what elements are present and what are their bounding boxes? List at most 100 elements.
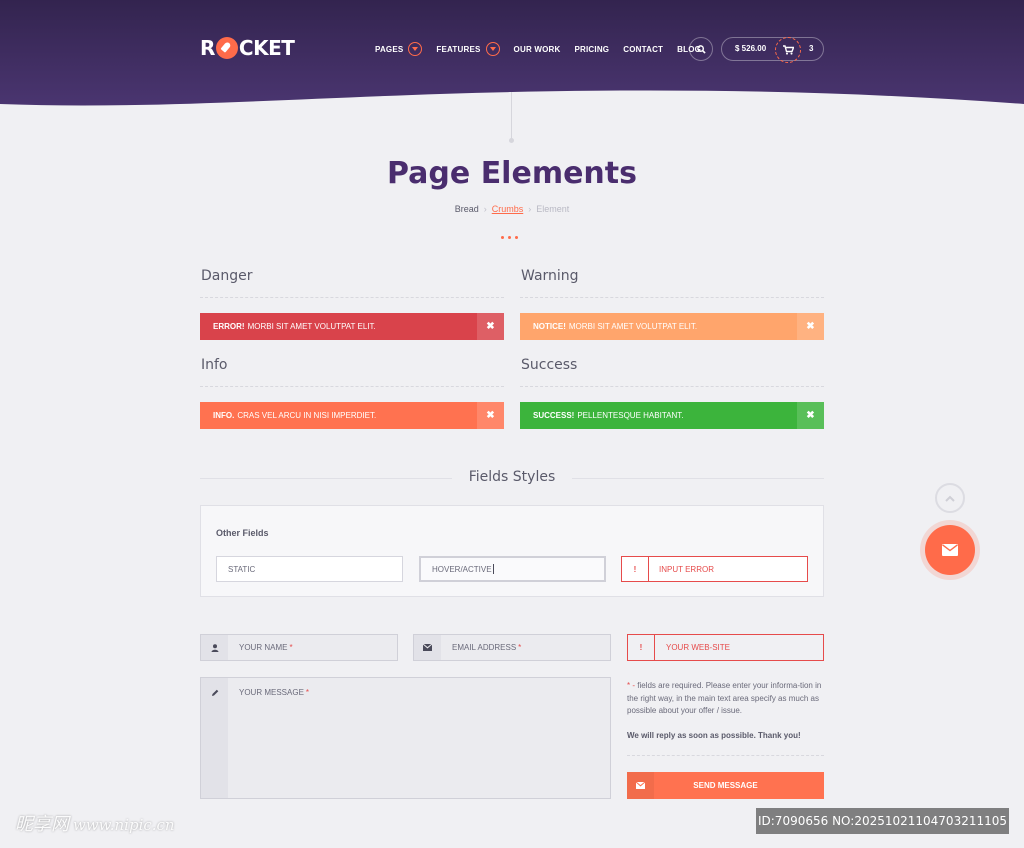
- warning-heading: Warning: [521, 268, 579, 284]
- nav-label: PAGES: [375, 44, 404, 54]
- envelope-icon: [627, 772, 654, 799]
- alert-strong: SUCCESS!: [533, 411, 575, 420]
- alert-warning: NOTICE! MORBI SIT AMET VOLUTPAT ELIT. ✖: [520, 313, 824, 340]
- text-cursor: [492, 564, 494, 574]
- alert-danger: ERROR! MORBI SIT AMET VOLUTPAT ELIT. ✖: [200, 313, 504, 340]
- field-placeholder: YOUR WEB-SITE: [666, 643, 731, 652]
- success-heading: Success: [521, 357, 578, 373]
- divider: [200, 386, 504, 387]
- close-icon[interactable]: ✖: [477, 402, 504, 429]
- static-field[interactable]: STATIC: [216, 556, 403, 582]
- alert-success: SUCCESS! PELLENTESQUE HABITANT. ✖: [520, 402, 824, 429]
- required-mark: * -: [627, 681, 635, 690]
- breadcrumb-current: Element: [536, 204, 570, 214]
- watermark-right: ID:7090656 NO:20251021104703211105: [756, 808, 1009, 834]
- chevron-up-icon: [945, 495, 955, 502]
- nav-label: OUR WORK: [513, 44, 561, 54]
- field-value: INPUT ERROR: [659, 564, 714, 574]
- alert-strong: NOTICE!: [533, 322, 566, 331]
- scroll-top-button[interactable]: [935, 483, 965, 513]
- required-mark: *: [289, 643, 293, 652]
- logo-text: CKET: [238, 36, 295, 60]
- nav-label: CONTACT: [623, 44, 664, 54]
- nav-item-pages[interactable]: PAGES: [375, 42, 423, 56]
- rocket-icon: [215, 37, 238, 59]
- name-field[interactable]: YOUR NAME *: [200, 634, 398, 661]
- chevron-right-icon: ›: [483, 204, 487, 214]
- alert-text: MORBI SIT AMET VOLUTPAT ELIT.: [247, 322, 376, 331]
- breadcrumb-item[interactable]: Bread: [455, 204, 479, 214]
- cart-count: 3: [809, 44, 814, 53]
- cart-icon: [775, 37, 801, 63]
- danger-heading: Danger: [201, 268, 253, 284]
- alert-strong: ERROR!: [213, 322, 245, 331]
- alert-strong: INFO.: [213, 411, 235, 420]
- mail-icon: [942, 544, 958, 556]
- form-note-bold: We will reply as soon as possible. Thank…: [627, 731, 801, 740]
- envelope-icon: [414, 635, 441, 660]
- nav-item-contact[interactable]: CONTACT: [623, 45, 663, 54]
- field-placeholder: YOUR MESSAGE *: [239, 688, 309, 697]
- pencil-icon: [201, 678, 228, 798]
- send-message-button[interactable]: SEND MESSAGE: [627, 772, 824, 799]
- search-icon: [696, 44, 706, 54]
- button-label: SEND MESSAGE: [693, 781, 758, 790]
- chevron-down-icon: [408, 42, 423, 56]
- other-fields-panel: Other Fields STATIC HOVER/ACTIVE ! INPUT…: [200, 505, 824, 597]
- alert-text: CRAS VEL ARCU IN NISI IMPERDIET.: [237, 411, 377, 420]
- nav-item-pricing[interactable]: PRICING: [574, 45, 609, 54]
- nav-label: FEATURES: [436, 44, 481, 54]
- alert-info: INFO. CRAS VEL ARCU IN NISI IMPERDIET. ✖: [200, 402, 504, 429]
- field-value: STATIC: [228, 564, 256, 574]
- field-value: HOVER/ACTIVE: [432, 564, 492, 574]
- cart-button[interactable]: $ 526.00 3: [721, 37, 824, 63]
- close-icon[interactable]: ✖: [797, 402, 824, 429]
- chevron-right-icon: ›: [528, 204, 532, 214]
- divider-dot: [509, 138, 514, 143]
- panel-label: Other Fields: [216, 528, 269, 538]
- divider: [572, 478, 824, 479]
- note-text: fields are required. Please enter your i…: [627, 681, 822, 715]
- nav-label: PRICING: [574, 44, 610, 54]
- search-button[interactable]: [689, 37, 713, 61]
- watermark-url: www.nipic.cn: [73, 816, 175, 834]
- header-hero: R CKET PAGES FEATURES OUR WORK PRICING C…: [0, 0, 1024, 108]
- field-placeholder: YOUR NAME: [239, 643, 288, 652]
- breadcrumb-item[interactable]: Crumbs: [492, 204, 524, 214]
- alert-text: PELLENTESQUE HABITANT.: [577, 411, 684, 420]
- chevron-down-icon: [485, 42, 500, 56]
- logo-text: R: [200, 36, 215, 60]
- field-placeholder: EMAIL ADDRESS: [452, 643, 517, 652]
- required-mark: *: [518, 643, 522, 652]
- divider: [520, 386, 824, 387]
- divider: [627, 755, 824, 756]
- main-nav: PAGES FEATURES OUR WORK PRICING CONTACT …: [375, 40, 715, 58]
- alert-icon: !: [628, 635, 655, 660]
- page-title: Page Elements: [387, 156, 637, 191]
- contact-fab[interactable]: [925, 525, 975, 575]
- decorative-dots: [501, 236, 522, 239]
- message-textarea[interactable]: YOUR MESSAGE *: [200, 677, 611, 799]
- watermark-left: 昵享网 www.nipic.cn: [15, 810, 175, 836]
- divider: [511, 92, 512, 140]
- logo[interactable]: R CKET: [200, 36, 295, 60]
- cart-total: $ 526.00: [735, 44, 767, 53]
- placeholder-text: YOUR MESSAGE: [239, 688, 304, 697]
- form-note: * - fields are required. Please enter yo…: [627, 680, 827, 718]
- nav-item-features[interactable]: FEATURES: [436, 42, 500, 56]
- watermark-brand: 昵享网: [15, 814, 69, 835]
- website-field[interactable]: ! YOUR WEB-SITE: [627, 634, 824, 661]
- alert-icon: !: [622, 557, 649, 581]
- alert-text: MORBI SIT AMET VOLUTPAT ELIT.: [568, 322, 698, 331]
- info-heading: Info: [201, 357, 228, 373]
- nav-item-our-work[interactable]: OUR WORK: [514, 45, 561, 54]
- email-field[interactable]: EMAIL ADDRESS *: [413, 634, 611, 661]
- hover-active-field[interactable]: HOVER/ACTIVE: [419, 556, 606, 582]
- divider: [200, 297, 504, 298]
- error-field[interactable]: ! INPUT ERROR: [621, 556, 808, 582]
- close-icon[interactable]: ✖: [477, 313, 504, 340]
- breadcrumb: Bread › Crumbs › Element: [0, 204, 1024, 214]
- divider: [520, 297, 824, 298]
- close-icon[interactable]: ✖: [797, 313, 824, 340]
- section-title: Fields Styles: [468, 469, 556, 485]
